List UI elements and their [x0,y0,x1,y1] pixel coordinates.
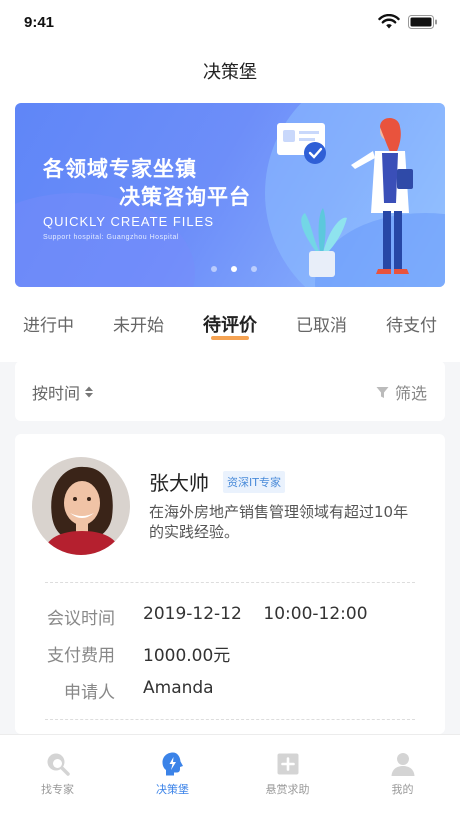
tabbar-label: 决策堡 [156,783,189,796]
tab-active-indicator [211,336,249,340]
filter-button[interactable]: 筛选 [376,380,427,404]
tab-label: 未开始 [113,316,164,336]
status-tabs: 进行中 未开始 待评价 已取消 待支付 [15,305,445,345]
battery-icon [408,15,437,29]
status-icons [378,14,438,30]
tab-label: 进行中 [23,316,74,336]
expert-name: 张大帅 [149,471,209,495]
sort-by-time-button[interactable]: 按时间 [32,380,94,404]
sort-label: 按时间 [32,384,81,403]
divider [45,582,415,583]
tabbar-label: 找专家 [41,783,74,796]
bottom-tab-bar: 找专家 决策堡 悬赏求助 我的 [0,734,460,818]
pagination-dot[interactable] [251,266,257,272]
expert-card[interactable]: 张大帅 资深IT专家 在海外房地产销售管理领域有超过10年的实践经验。 会议时间… [15,434,445,734]
promo-banner[interactable]: 各领域专家坐镇 决策咨询平台 QUICKLY CREATE FILES Supp… [15,103,445,287]
status-time: 9:41 [24,14,55,31]
banner-pagination [211,266,257,272]
filter-bar: 按时间 筛选 [15,361,445,421]
filter-label: 筛选 [394,384,427,403]
tabbar-bounty-help[interactable]: 悬赏求助 [230,735,345,818]
nav-bar: 决策堡 [0,46,460,92]
pagination-dot[interactable] [211,266,217,272]
applicant-label: 申请人 [64,683,115,703]
meeting-time-label: 会议时间 [47,609,115,629]
banner-english-subtitle: Support hospital: Guangzhou Hospital [43,234,179,241]
tab-cancelled[interactable]: 已取消 [296,305,347,345]
avatar [32,457,130,555]
bounty-plus-icon [277,753,298,775]
decision-icon [162,752,183,776]
banner-headline-2: 决策咨询平台 [119,185,251,209]
fee-label: 支付费用 [47,646,115,666]
tab-pending-payment[interactable]: 待支付 [386,305,437,345]
applicant-value: Amanda [143,678,214,698]
fee-row: 支付费用 1000.00元 [15,641,445,671]
tab-label: 已取消 [296,316,347,336]
expert-photo [32,457,130,555]
tab-label: 待支付 [386,316,437,336]
fee-value: 1000.00元 [143,646,231,666]
applicant-row: 申请人 Amanda [15,678,445,708]
banner-headline-1: 各领域专家坐镇 [43,157,197,181]
funnel-icon [376,386,389,398]
tabbar-label: 我的 [391,783,414,796]
meeting-time-value: 2019-12-12 10:00-12:00 [143,604,368,624]
search-expert-icon [47,753,70,776]
tabbar-profile[interactable]: 我的 [345,735,460,818]
meeting-time-row: 会议时间 2019-12-12 10:00-12:00 [15,604,445,634]
page-title: 决策堡 [203,62,257,83]
tab-pending-review[interactable]: 待评价 [203,305,257,345]
expert-title-badge: 资深IT专家 [223,471,285,493]
wifi-icon [378,14,400,29]
pagination-dot-active[interactable] [231,266,237,272]
expert-description: 在海外房地产销售管理领域有超过10年的实践经验。 [149,503,409,541]
divider [45,719,415,720]
status-bar: 9:41 [0,0,460,46]
profile-icon [391,753,414,776]
tab-label: 待评价 [203,315,257,336]
doctor-illustration [277,118,413,277]
tabbar-decision[interactable]: 决策堡 [115,735,230,818]
banner-english-title: QUICKLY CREATE FILES [43,214,214,229]
tabbar-label: 悬赏求助 [265,783,310,796]
tabbar-find-expert[interactable]: 找专家 [0,735,115,818]
sort-arrows-icon [85,386,94,398]
tab-in-progress[interactable]: 进行中 [23,305,74,345]
tab-not-started[interactable]: 未开始 [113,305,164,345]
